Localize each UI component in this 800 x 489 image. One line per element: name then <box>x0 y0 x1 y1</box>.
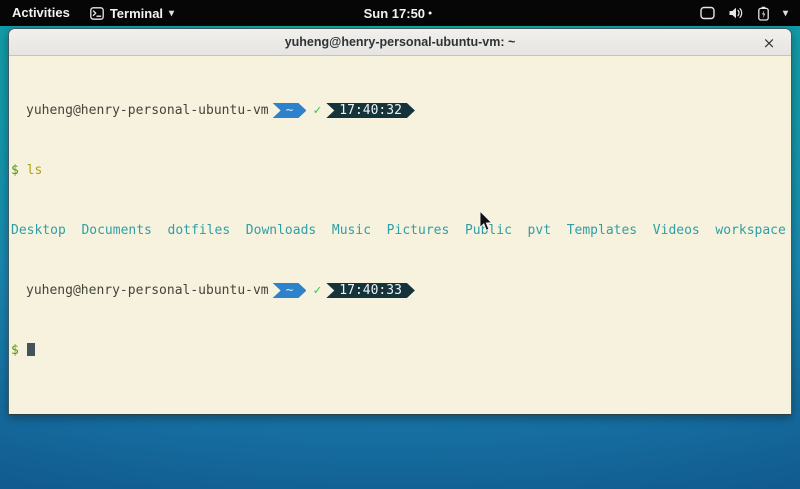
window-titlebar[interactable]: yuheng@henry-personal-ubuntu-vm: ~ × <box>9 29 791 56</box>
prompt-path-segment: ~ <box>273 103 307 118</box>
prompt-line: yuheng@henry-personal-ubuntu-vm ~ ✓ 17:40:3… <box>11 283 791 298</box>
prompt-user: yuheng@henry-personal-ubuntu-vm <box>11 283 269 298</box>
terminal-content[interactable]: yuheng@henry-personal-ubuntu-vm ~ ✓ 17:40:3… <box>9 56 791 388</box>
status-check-icon: ✓ <box>313 103 321 118</box>
app-menu-terminal[interactable]: Terminal ▾ <box>90 0 174 26</box>
prompt-time-segment: 17:40:32 <box>326 103 415 118</box>
status-check-icon: ✓ <box>313 283 321 298</box>
input-line[interactable]: $ <box>11 343 791 358</box>
shell-symbol: $ <box>11 343 19 358</box>
command-text: ls <box>27 163 43 178</box>
top-bar: Activities Terminal ▾ Sun 17:50 ● <box>0 0 800 26</box>
ls-output-line: Desktop Documents dotfiles Downloads Mus… <box>11 223 791 238</box>
text-cursor <box>27 343 35 356</box>
chevron-down-icon: ▾ <box>783 8 788 19</box>
window-title: yuheng@henry-personal-ubuntu-vm: ~ <box>285 35 516 49</box>
terminal-window: yuheng@henry-personal-ubuntu-vm: ~ × yuh… <box>8 28 792 415</box>
ls-output: Desktop Documents dotfiles Downloads Mus… <box>11 223 786 238</box>
app-menu-label: Terminal <box>110 6 163 21</box>
notification-dot-icon: ● <box>428 10 432 17</box>
mouse-pointer-icon <box>479 210 494 232</box>
prompt-time-segment: 17:40:33 <box>326 283 415 298</box>
prompt-line: yuheng@henry-personal-ubuntu-vm ~ ✓ 17:40:3… <box>11 103 791 118</box>
terminal-icon <box>90 7 104 20</box>
clock-button[interactable]: Sun 17:50 ● <box>364 6 433 21</box>
close-button[interactable]: × <box>757 29 781 56</box>
shell-symbol: $ <box>11 163 19 178</box>
battery-charging-icon <box>757 6 770 21</box>
command-line: $ ls <box>11 163 791 178</box>
chevron-down-icon: ▾ <box>169 8 174 19</box>
activities-button[interactable]: Activities <box>0 0 82 26</box>
prompt-path-segment: ~ <box>273 283 307 298</box>
screen-icon <box>700 6 715 20</box>
volume-icon <box>728 6 744 20</box>
prompt-user: yuheng@henry-personal-ubuntu-vm <box>11 103 269 118</box>
clock-label: Sun 17:50 <box>364 6 425 21</box>
system-menu[interactable]: ▾ <box>694 0 794 26</box>
